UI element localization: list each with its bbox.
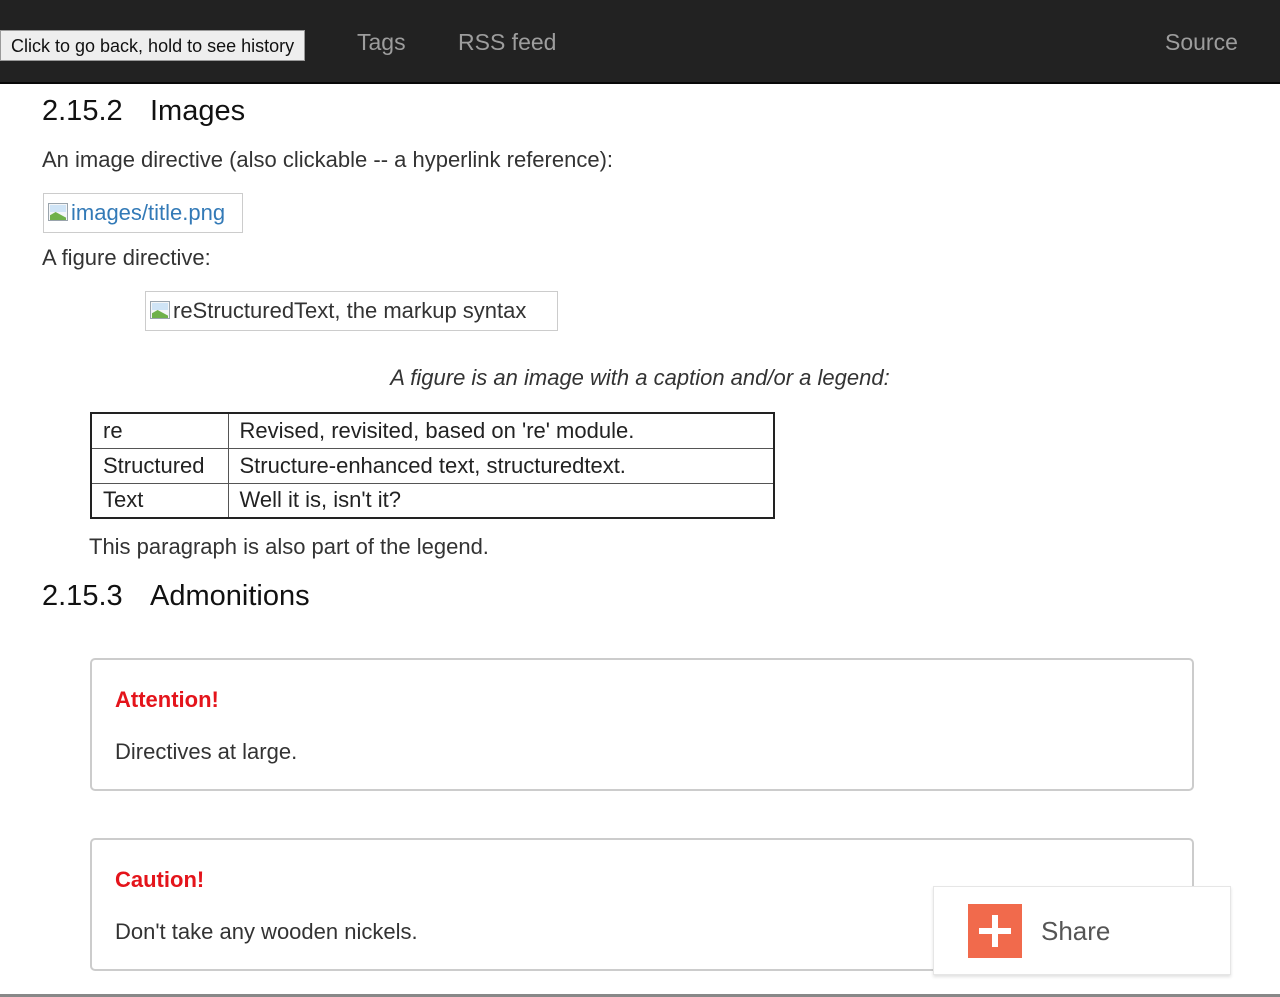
admonition-title: Attention!: [115, 687, 219, 712]
legend-definition: Well it is, isn't it?: [227, 482, 775, 519]
legend-term: re: [90, 412, 229, 449]
plus-icon: [968, 904, 1022, 958]
admonitions-heading: 2.15.3 Admonitions: [42, 579, 310, 613]
nav-rss-link[interactable]: RSS feed: [458, 28, 556, 56]
admonition-body: Don't take any wooden nickels.: [115, 919, 418, 944]
table-row: re Revised, revisited, based on 're' mod…: [90, 412, 775, 449]
legend-paragraph: This paragraph is also part of the legen…: [89, 534, 489, 559]
image-directive-intro: An image directive (also clickable -- a …: [42, 147, 614, 172]
figure-legend-table: re Revised, revisited, based on 're' mod…: [90, 412, 775, 519]
table-row: Text Well it is, isn't it?: [90, 482, 775, 519]
share-label: Share: [1041, 916, 1111, 946]
title-image-alt: images/title.png: [71, 200, 226, 225]
figure-caption: A figure is an image with a caption and/…: [390, 365, 890, 390]
legend-term: Text: [90, 482, 229, 519]
images-heading-title: Images: [150, 95, 246, 127]
admonitions-heading-number: 2.15.3: [42, 580, 123, 612]
nav-source-link[interactable]: Source: [1165, 28, 1238, 56]
legend-term: Structured: [90, 447, 229, 484]
figure-image-alt: reStructuredText, the markup syntax: [173, 298, 527, 323]
back-history-tooltip: Click to go back, hold to see history: [0, 30, 306, 61]
figure-directive-intro: A figure directive:: [42, 245, 211, 270]
legend-definition: Revised, revisited, based on 're' module…: [227, 412, 775, 449]
figure-image: reStructuredText, the markup syntax: [145, 291, 558, 331]
legend-definition: Structure-enhanced text, structuredtext.: [227, 447, 775, 484]
table-row: Structured Structure-enhanced text, stru…: [90, 447, 775, 484]
admonition-title: Caution!: [115, 867, 205, 892]
top-navbar: Click to go back, hold to see history Ta…: [0, 0, 1280, 84]
broken-image-icon: [48, 203, 70, 223]
attention-admonition: Attention! Directives at large.: [90, 658, 1194, 791]
images-heading: 2.15.2 Images: [42, 94, 245, 128]
broken-image-icon: [150, 301, 172, 321]
nav-tags-link[interactable]: Tags: [357, 28, 406, 56]
share-widget[interactable]: Share: [933, 886, 1231, 975]
admonitions-heading-title: Admonitions: [150, 580, 310, 612]
title-image-link[interactable]: images/title.png: [43, 193, 243, 233]
images-heading-number: 2.15.2: [42, 95, 123, 127]
admonition-body: Directives at large.: [115, 739, 298, 764]
